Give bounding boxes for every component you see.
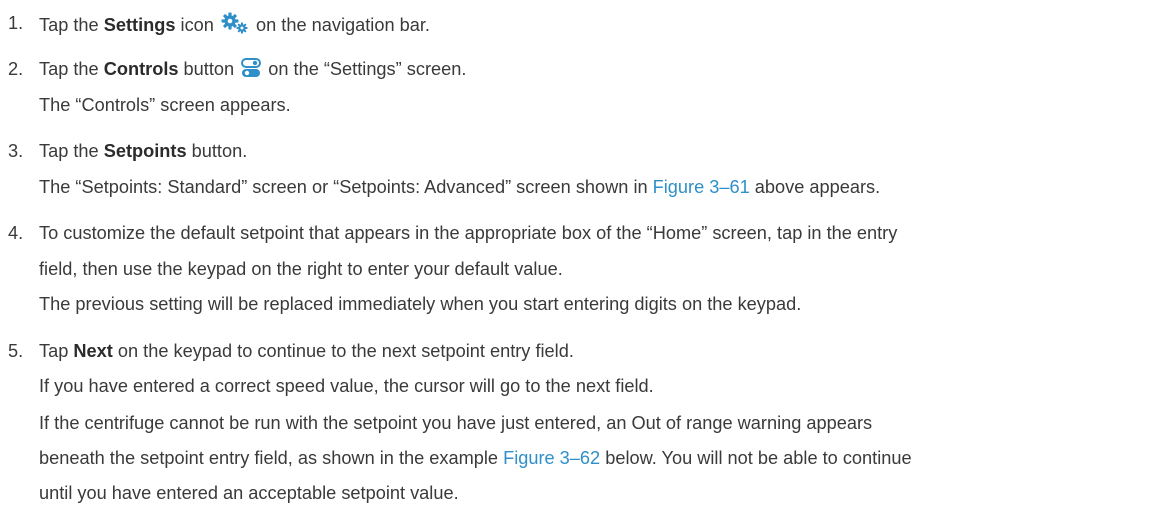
toggle-switch-icon (241, 58, 262, 83)
setpoints-label: Setpoints (103, 141, 187, 161)
step-4-text-line-2: field, then use the keypad on the right … (39, 259, 563, 279)
step-5-result-2-line-3: until you have entered an acceptable set… (39, 483, 459, 503)
gear-icon (221, 12, 249, 39)
step-5-result-1: If you have entered a correct speed valu… (39, 376, 654, 396)
step-5-result-2-line-1: If the centrifuge cannot be run with the… (39, 413, 873, 433)
step-3-text: Tap the Setpoints button. (39, 141, 248, 161)
figure-3-62-link[interactable]: Figure 3–62 (503, 448, 600, 468)
step-5-text: Tap Next on the keypad to continue to th… (39, 341, 574, 361)
next-label: Next (73, 341, 113, 361)
step-number: 4. (8, 223, 24, 243)
step-5-result-2-line-2: beneath the setpoint entry field, as sho… (39, 448, 912, 468)
step-1-text: Tap the Settings icon on the navigation … (39, 12, 430, 39)
settings-label: Settings (103, 15, 176, 35)
step-3-result: The “Setpoints: Standard” screen or “Set… (39, 177, 881, 197)
figure-3-61-link[interactable]: Figure 3–61 (653, 177, 750, 197)
step-number: 1. (8, 13, 24, 33)
step-number: 3. (8, 141, 24, 161)
instruction-page: 1. Tap the Settings icon on the navigati… (0, 0, 1162, 516)
step-2-result: The “Controls” screen appears. (39, 95, 291, 115)
step-number: 5. (8, 341, 24, 361)
controls-label: Controls (103, 59, 179, 79)
step-4-text-line-1: To customize the default setpoint that a… (39, 223, 898, 243)
step-number: 2. (8, 59, 24, 79)
step-4-result: The previous setting will be replaced im… (39, 294, 802, 314)
step-2-text: Tap the Controls button on the “Settings… (39, 58, 466, 83)
